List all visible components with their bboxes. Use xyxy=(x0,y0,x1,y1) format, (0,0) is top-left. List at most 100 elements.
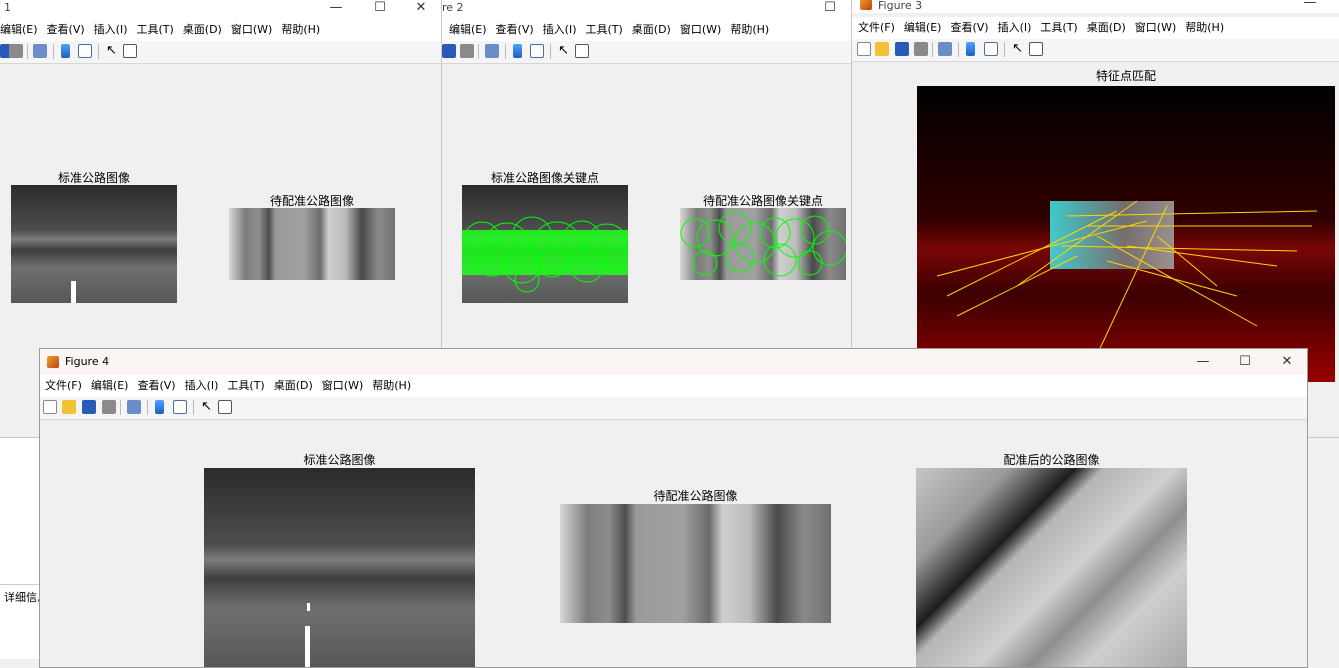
window-title: re 2 xyxy=(442,1,464,14)
maximize-button[interactable]: ☐ xyxy=(358,0,402,21)
menu-file[interactable]: 文件(F) xyxy=(45,375,82,397)
window-title: 1 xyxy=(4,1,11,14)
pointer-icon[interactable]: ↖ xyxy=(201,400,215,414)
print-icon[interactable] xyxy=(460,44,474,58)
save-icon[interactable] xyxy=(895,42,909,56)
menu-bar: 编辑(E) 查看(V) 插入(I) 工具(T) 桌面(D) 窗口(W) 帮助(H) xyxy=(442,19,852,41)
toolbar-separator xyxy=(27,44,28,59)
menu-tools[interactable]: 工具(T) xyxy=(227,375,264,397)
menu-edit[interactable]: 编辑(E) xyxy=(91,375,129,397)
print-preview-icon[interactable] xyxy=(938,42,952,56)
figure-4-window: Figure 4 — ☐ ✕ 文件(F) 编辑(E) 查看(V) 插入(I) 工具(T)… xyxy=(39,348,1308,668)
menu-view[interactable]: 查看(V) xyxy=(137,375,175,397)
property-inspector-icon[interactable] xyxy=(575,44,589,58)
menu-view[interactable]: 查看(V) xyxy=(47,19,85,41)
menu-bar: 文件(F) 编辑(E) 查看(V) 插入(I) 工具(T) 桌面(D) 窗口(W) 帮助(H) xyxy=(40,375,1307,397)
menu-tools[interactable]: 工具(T) xyxy=(585,19,622,41)
menu-tools[interactable]: 工具(T) xyxy=(1040,17,1077,39)
menu-file[interactable]: 文件(F) xyxy=(858,17,895,39)
menu-tools[interactable]: 工具(T) xyxy=(136,19,173,41)
minimize-button[interactable]: — xyxy=(314,0,358,21)
toolbar-separator xyxy=(958,42,959,57)
menu-help[interactable]: 帮助(H) xyxy=(372,375,411,397)
property-inspector-icon[interactable] xyxy=(1029,42,1043,56)
open-file-icon[interactable] xyxy=(875,42,889,56)
unregistered-road-image xyxy=(560,504,831,623)
title-bar: Figure 3 — xyxy=(852,0,1339,13)
menu-insert[interactable]: 插入(I) xyxy=(185,375,219,397)
title-bar: 1 — ☐ ✕ xyxy=(0,0,441,21)
menu-window[interactable]: 窗口(W) xyxy=(680,19,721,41)
legend-icon[interactable] xyxy=(78,44,92,58)
menu-insert[interactable]: 插入(I) xyxy=(94,19,128,41)
menu-edit[interactable]: 编辑(E) xyxy=(449,19,487,41)
menu-window[interactable]: 窗口(W) xyxy=(231,19,272,41)
menu-insert[interactable]: 插入(I) xyxy=(998,17,1032,39)
toolbar: ↖ xyxy=(40,397,1307,420)
matlab-icon xyxy=(47,356,59,368)
plot-title-feature-matching: 特征点匹配 xyxy=(1095,69,1156,83)
print-icon[interactable] xyxy=(102,400,116,414)
menu-bar: 编辑(E) 查看(V) 插入(I) 工具(T) 桌面(D) 窗口(W) 帮助(H) xyxy=(0,19,441,41)
legend-icon[interactable] xyxy=(530,44,544,58)
colorbar-icon[interactable] xyxy=(513,44,522,58)
colorbar-icon[interactable] xyxy=(155,400,164,414)
toolbar-separator xyxy=(147,400,148,415)
save-icon[interactable] xyxy=(82,400,96,414)
legend-icon[interactable] xyxy=(173,400,187,414)
menu-window[interactable]: 窗口(W) xyxy=(322,375,363,397)
menu-desktop[interactable]: 桌面(D) xyxy=(1087,17,1126,39)
open-file-icon[interactable] xyxy=(62,400,76,414)
menu-edit[interactable]: 编辑(E) xyxy=(904,17,942,39)
pointer-icon[interactable]: ↖ xyxy=(1012,42,1026,56)
lane-marking xyxy=(307,603,310,611)
menu-window[interactable]: 窗口(W) xyxy=(1135,17,1176,39)
background-panel: 详细信息 xyxy=(0,438,48,659)
match-lines xyxy=(936,200,1318,377)
plot-title-registered: 配准后的公路图像 xyxy=(1003,453,1100,467)
standard-road-image xyxy=(204,468,475,667)
menu-help[interactable]: 帮助(H) xyxy=(1185,17,1224,39)
minimize-button[interactable]: — xyxy=(1288,0,1332,13)
menu-insert[interactable]: 插入(I) xyxy=(543,19,577,41)
toolbar-separator xyxy=(505,44,506,59)
colorbar-icon[interactable] xyxy=(61,44,70,58)
menu-edit[interactable]: 编辑(E) xyxy=(0,19,38,41)
menu-view[interactable]: 查看(V) xyxy=(950,17,988,39)
standard-keypoints-image xyxy=(462,185,628,303)
print-preview-icon[interactable] xyxy=(485,44,499,58)
menu-desktop[interactable]: 桌面(D) xyxy=(183,19,222,41)
plot-title-unregistered-keypoints: 待配准公路图像关键点 xyxy=(702,194,823,208)
toolbar-separator xyxy=(53,44,54,59)
menu-desktop[interactable]: 桌面(D) xyxy=(274,375,313,397)
menu-help[interactable]: 帮助(H) xyxy=(730,19,769,41)
colorbar-icon[interactable] xyxy=(966,42,975,56)
menu-view[interactable]: 查看(V) xyxy=(496,19,534,41)
print-preview-icon[interactable] xyxy=(127,400,141,414)
standard-road-image xyxy=(11,185,177,303)
close-button[interactable]: ✕ xyxy=(399,0,441,21)
menu-bar: 文件(F) 编辑(E) 查看(V) 插入(I) 工具(T) 桌面(D) 窗口(W) 帮助(H) xyxy=(852,17,1339,39)
lane-marking xyxy=(71,281,76,303)
minimize-button[interactable]: — xyxy=(1181,349,1225,375)
property-inspector-icon[interactable] xyxy=(123,44,137,58)
new-figure-icon[interactable] xyxy=(857,42,871,56)
property-inspector-icon[interactable] xyxy=(218,400,232,414)
maximize-button[interactable]: ☐ xyxy=(808,0,852,21)
legend-icon[interactable] xyxy=(984,42,998,56)
print-icon[interactable] xyxy=(914,42,928,56)
menu-help[interactable]: 帮助(H) xyxy=(281,19,320,41)
new-figure-icon[interactable] xyxy=(43,400,57,414)
toolbar-separator xyxy=(193,400,194,415)
maximize-button[interactable]: ☐ xyxy=(1223,349,1267,375)
save-icon[interactable] xyxy=(442,44,456,58)
toolbar-separator xyxy=(932,42,933,57)
plot-title-standard: 标准公路图像 xyxy=(303,453,376,467)
pointer-icon[interactable]: ↖ xyxy=(106,44,120,58)
print-icon[interactable] xyxy=(9,44,23,58)
menu-desktop[interactable]: 桌面(D) xyxy=(632,19,671,41)
pointer-icon[interactable]: ↖ xyxy=(558,44,572,58)
close-button[interactable]: ✕ xyxy=(1265,349,1307,375)
plot-title-unregistered: 待配准公路图像 xyxy=(269,194,354,208)
print-preview-icon[interactable] xyxy=(33,44,47,58)
